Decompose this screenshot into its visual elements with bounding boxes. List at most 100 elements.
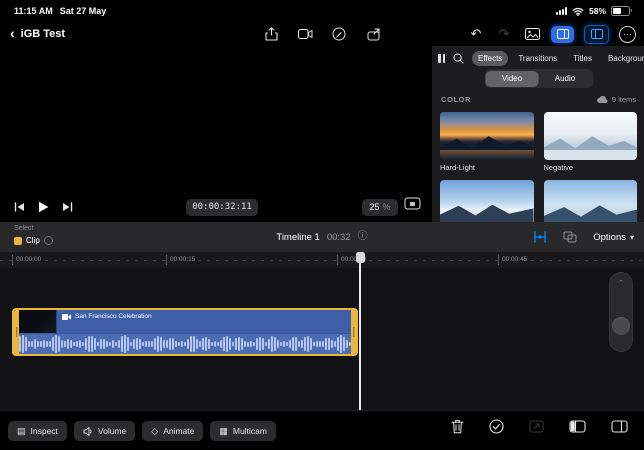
media-type-segmented-control: Video Audio: [484, 69, 593, 88]
timeline-duration: 00:32: [327, 232, 351, 243]
volume-button[interactable]: Volume: [74, 421, 135, 441]
keyframe-icon: ◇: [151, 427, 158, 436]
split-view-left-icon[interactable]: [569, 420, 586, 433]
chevron-down-icon: ▾: [630, 233, 634, 242]
effect-item[interactable]: [544, 180, 638, 222]
media-library-icon[interactable]: [523, 26, 541, 42]
segment-video[interactable]: Video: [486, 71, 539, 87]
tab-backgrounds[interactable]: Backgrounds: [602, 51, 644, 66]
zoom-unit: %: [383, 202, 391, 212]
pencil-circle-icon[interactable]: [330, 26, 348, 42]
tab-titles[interactable]: Titles: [567, 51, 598, 66]
battery-percent: 58%: [589, 6, 606, 16]
animate-label: Animate: [163, 426, 194, 436]
effects-grid: Hard-Light Negative: [440, 112, 637, 222]
browser-toggle-button[interactable]: [551, 26, 574, 43]
joystick-up-icon: ⌃: [618, 280, 624, 287]
effect-item-hard-light[interactable]: Hard-Light: [440, 112, 534, 172]
joystick-knob[interactable]: [612, 317, 630, 335]
clip-audio-lane: [14, 333, 356, 354]
browser-sidebar-icon[interactable]: [438, 54, 445, 63]
inspect-button[interactable]: ▤ Inspect: [8, 421, 67, 441]
items-count: 9 items: [612, 95, 636, 104]
options-label: Options: [593, 232, 626, 243]
inspect-label: Inspect: [31, 426, 58, 436]
fit-screen-icon[interactable]: [404, 197, 421, 211]
effect-thumbnail[interactable]: [544, 112, 638, 160]
skip-back-icon[interactable]: [14, 202, 25, 212]
status-time: 11:15 AM: [14, 6, 53, 16]
clip-color-icon: [14, 237, 22, 245]
video-clip-icon: [62, 314, 71, 320]
ruler-tick: 00:00:45: [498, 255, 530, 265]
playhead[interactable]: [359, 252, 361, 410]
undo-icon[interactable]: ↶: [467, 26, 485, 42]
overlay-disabled-icon[interactable]: [529, 420, 544, 433]
zoom-joystick[interactable]: ⌃: [609, 272, 633, 352]
clip-video-lane: San Francisco Celebration: [14, 310, 356, 334]
redo-icon[interactable]: ↷: [495, 26, 513, 42]
ruler-tick: 00:00:15: [166, 255, 198, 265]
export-icon[interactable]: [262, 26, 280, 42]
effect-thumbnail[interactable]: [544, 180, 638, 222]
cellular-signal-icon: [556, 7, 567, 15]
clip-name: San Francisco Celebration: [75, 313, 152, 320]
tab-transitions[interactable]: Transitions: [512, 51, 563, 66]
audio-waveform: [14, 334, 356, 354]
effect-thumbnail[interactable]: [440, 180, 534, 222]
bottom-toolbar: ▤ Inspect Volume ◇ Animate ▦ Multicam: [0, 410, 644, 450]
trim-handle-right[interactable]: [351, 310, 356, 354]
split-view-right-icon[interactable]: [611, 420, 628, 433]
clip-thumbnail: [14, 310, 57, 334]
info-icon[interactable]: ⓘ: [358, 232, 368, 242]
status-bar: 11:15 AM Sat 27 May 58%: [0, 0, 644, 22]
effect-name: Negative: [544, 163, 638, 172]
zoom-value: 25: [369, 202, 379, 212]
cloud-icon: [596, 95, 608, 104]
section-title: COLOR: [441, 95, 471, 104]
clip-filter-chip[interactable]: Clip: [14, 236, 53, 245]
share-icon[interactable]: [364, 26, 382, 42]
playhead-handle[interactable]: [356, 252, 365, 263]
clip-filter-toggle-icon: [44, 236, 53, 245]
more-options-icon[interactable]: ⋯: [619, 26, 636, 43]
nav-bar: ‹ iGB Test ↶ ↷: [0, 22, 644, 46]
timeline-clip[interactable]: San Francisco Celebration: [12, 308, 358, 356]
connect-clips-icon[interactable]: [533, 231, 547, 243]
approve-check-icon[interactable]: [489, 419, 504, 434]
segment-audio[interactable]: Audio: [539, 71, 592, 87]
effect-item[interactable]: [440, 180, 534, 222]
trim-handle-left[interactable]: [14, 310, 19, 354]
project-title: iGB Test: [21, 28, 65, 40]
trash-icon[interactable]: [451, 419, 464, 434]
volume-label: Volume: [98, 426, 126, 436]
tab-effects[interactable]: Effects: [472, 51, 508, 66]
search-icon[interactable]: [453, 53, 464, 64]
timeline-ruler[interactable]: 00:00:00 00:00:15 00:00:30 00:00:45: [0, 252, 644, 268]
options-button[interactable]: Options ▾: [593, 232, 634, 243]
wifi-icon: [572, 7, 584, 16]
timeline-header: Select Clip Timeline 1 00:32 ⓘ Options ▾: [0, 222, 644, 252]
battery-icon: [611, 6, 630, 17]
timeline-track-area[interactable]: San Francisco Celebration ⌃: [0, 268, 644, 410]
chevron-left-icon: ‹: [10, 26, 15, 40]
status-date: Sat 27 May: [60, 6, 107, 16]
camera-icon[interactable]: [296, 26, 314, 42]
multicam-label: Multicam: [233, 426, 267, 436]
inspector-icon: ▤: [17, 427, 26, 436]
skip-forward-icon[interactable]: [62, 202, 73, 212]
content-browser-panel: Effects Transitions Titles Backgrounds V…: [431, 46, 644, 222]
effect-item-negative[interactable]: Negative: [544, 112, 638, 172]
timecode-display[interactable]: 00:00:32:11: [186, 199, 258, 216]
back-button[interactable]: ‹ iGB Test: [10, 27, 65, 41]
multicam-button[interactable]: ▦ Multicam: [210, 421, 276, 441]
speaker-icon: [83, 427, 93, 436]
effect-thumbnail[interactable]: [440, 112, 534, 160]
play-button[interactable]: [38, 201, 49, 213]
inspector-toggle-button[interactable]: [584, 25, 609, 44]
effect-name: Hard-Light: [440, 163, 534, 172]
overlap-clips-icon[interactable]: [563, 231, 577, 243]
zoom-level[interactable]: 25 %: [362, 199, 398, 216]
select-label: Select: [14, 225, 33, 232]
animate-button[interactable]: ◇ Animate: [142, 421, 203, 441]
